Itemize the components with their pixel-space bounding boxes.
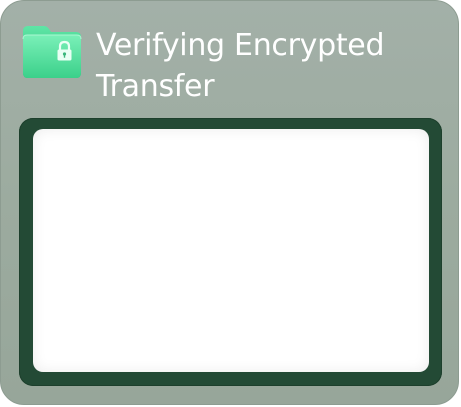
verification-dialog: Verifying Encrypted Transfer	[0, 0, 459, 405]
preview-content-area	[33, 129, 429, 372]
locked-folder-icon	[20, 23, 84, 81]
dialog-title: Verifying Encrypted Transfer	[96, 28, 385, 104]
preview-frame	[19, 118, 442, 386]
